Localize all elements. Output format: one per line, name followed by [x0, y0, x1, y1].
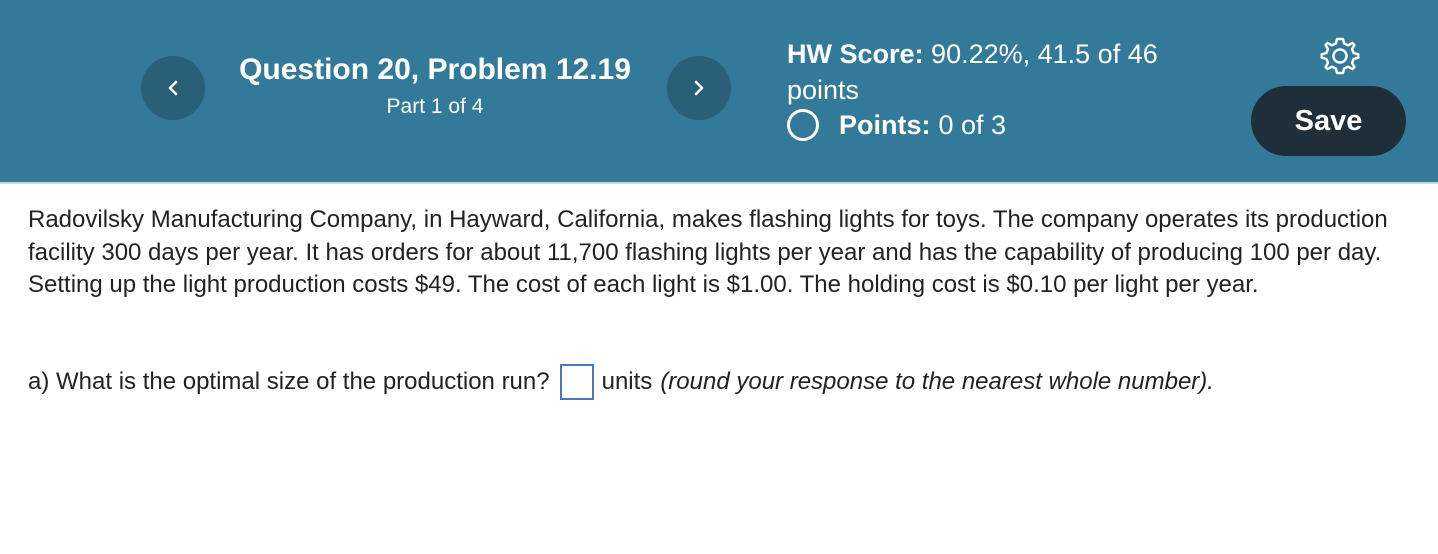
points-value: 0 of 3 [938, 110, 1007, 140]
points-status: Points: 0 of 3 [787, 107, 1006, 143]
question-title: Question 20, Problem 12.19 [239, 53, 631, 86]
part-a-question: a) What is the optimal size of the produ… [28, 363, 1214, 401]
answer-input[interactable] [559, 364, 594, 400]
previous-question-button[interactable] [141, 56, 205, 120]
part-a-prompt: a) What is the optimal size of the produ… [28, 368, 550, 395]
rounding-hint: (round your response to the nearest whol… [660, 368, 1214, 395]
answer-unit: units [601, 368, 653, 395]
save-button[interactable]: Save [1251, 86, 1406, 156]
points-status-circle-icon [787, 109, 819, 141]
chevron-left-icon [168, 80, 178, 96]
gear-icon[interactable] [1320, 36, 1360, 76]
hw-score: HW Score: 90.22%, 41.5 of 46 points [787, 36, 1207, 108]
hw-score-label: HW Score: [787, 39, 924, 69]
next-question-button[interactable] [667, 56, 731, 120]
question-part: Part 1 of 4 [386, 95, 484, 118]
question-header: Question 20, Problem 12.19 Part 1 of 4 H… [0, 0, 1438, 184]
chevron-right-icon [694, 80, 704, 96]
problem-statement: Radovilsky Manufacturing Company, in Hay… [28, 206, 1388, 298]
points-label: Points: [839, 110, 931, 140]
